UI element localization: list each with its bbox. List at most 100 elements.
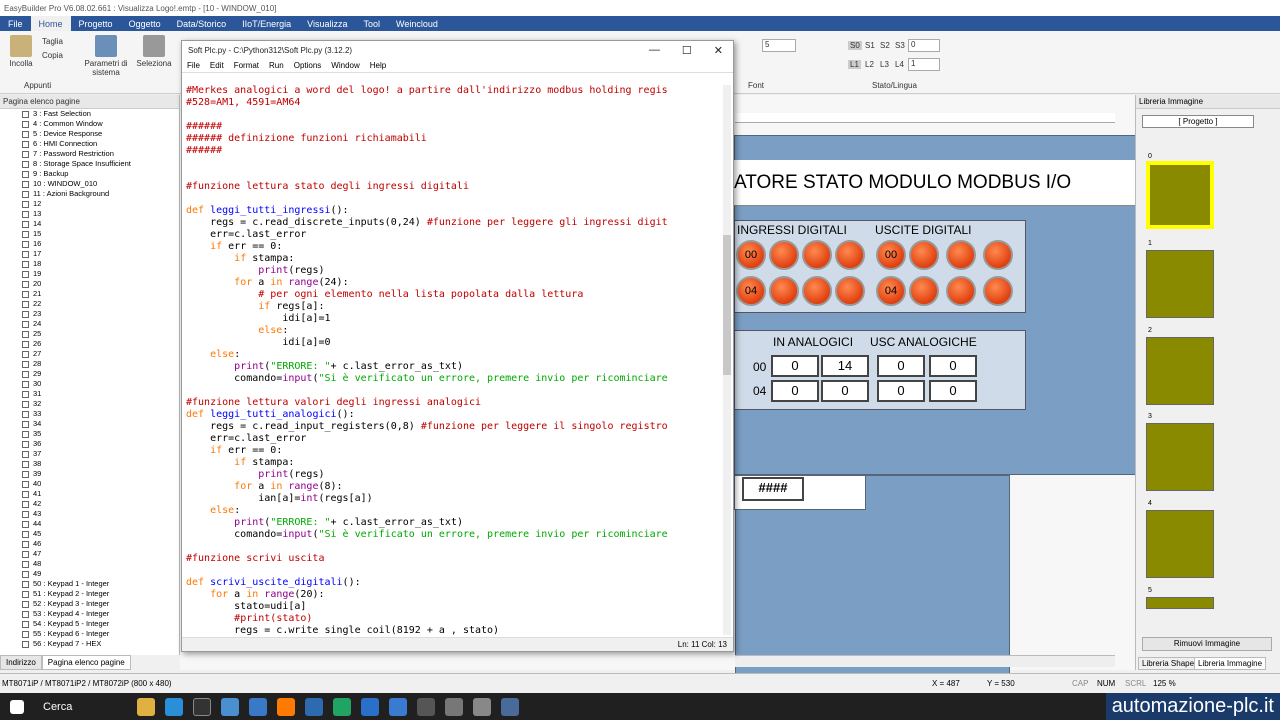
page-list-item[interactable]: 14 — [0, 219, 179, 229]
page-list-item[interactable]: 28 — [0, 359, 179, 369]
page-checkbox[interactable] — [22, 420, 29, 428]
page-checkbox[interactable] — [22, 550, 29, 558]
state-s0[interactable]: S0 — [848, 41, 862, 50]
image-thumb[interactable] — [1146, 510, 1214, 578]
page-list-item[interactable]: 36 — [0, 439, 179, 449]
editor-menu-edit[interactable]: Edit — [205, 59, 229, 72]
page-list-item[interactable]: 32 — [0, 399, 179, 409]
page-list-item[interactable]: 8 : Storage Space Insufficient — [0, 159, 179, 169]
page-list-item[interactable]: 44 — [0, 519, 179, 529]
image-thumb[interactable] — [1146, 250, 1214, 318]
close-icon[interactable]: ✕ — [714, 44, 723, 57]
horizontal-scrollbar[interactable] — [735, 655, 1115, 667]
page-checkbox[interactable] — [22, 140, 29, 148]
page-checkbox[interactable] — [22, 610, 29, 618]
page-checkbox[interactable] — [22, 240, 29, 248]
page-checkbox[interactable] — [22, 490, 29, 498]
page-checkbox[interactable] — [22, 630, 29, 638]
editor-menu-options[interactable]: Options — [289, 59, 327, 72]
analog-value[interactable]: 0 — [877, 355, 925, 377]
page-list-item[interactable]: 49 — [0, 569, 179, 579]
page-checkbox[interactable] — [22, 290, 29, 298]
page-list-item[interactable]: 6 : HMI Connection — [0, 139, 179, 149]
page-checkbox[interactable] — [22, 460, 29, 468]
page-checkbox[interactable] — [22, 500, 29, 508]
page-list-item[interactable]: 25 — [0, 329, 179, 339]
page-list-item[interactable]: 4 : Common Window — [0, 119, 179, 129]
page-checkbox[interactable] — [22, 560, 29, 568]
python-icon[interactable] — [305, 697, 324, 716]
io-led[interactable] — [769, 276, 799, 306]
lang-l4[interactable]: L4 — [895, 60, 904, 69]
tab-libreria-immagine[interactable]: Libreria Immagine — [1194, 657, 1267, 670]
app-icon[interactable] — [221, 697, 240, 716]
page-checkbox[interactable] — [22, 640, 29, 648]
page-checkbox[interactable] — [22, 350, 29, 358]
page-list-item[interactable]: 5 : Device Response — [0, 129, 179, 139]
page-checkbox[interactable] — [22, 450, 29, 458]
page-checkbox[interactable] — [22, 540, 29, 548]
io-led[interactable]: 00 — [876, 240, 906, 270]
page-checkbox[interactable] — [22, 580, 29, 588]
page-list-item[interactable]: 54 : Keypad 5 - Integer — [0, 619, 179, 629]
editor-menu-help[interactable]: Help — [365, 59, 391, 72]
page-list-item[interactable]: 20 — [0, 279, 179, 289]
io-led[interactable] — [835, 240, 865, 270]
page-checkbox[interactable] — [22, 280, 29, 288]
page-list-item[interactable]: 7 : Password Restriction — [0, 149, 179, 159]
image-thumb[interactable] — [1146, 161, 1214, 229]
page-list-item[interactable]: 48 — [0, 559, 179, 569]
page-list-item[interactable]: 53 : Keypad 4 - Integer — [0, 609, 179, 619]
app-icon[interactable] — [501, 697, 520, 716]
system-params-button[interactable]: Parametri di sistema — [82, 35, 130, 77]
editor-menu-window[interactable]: Window — [326, 59, 364, 72]
page-list-item[interactable]: 13 — [0, 209, 179, 219]
page-checkbox[interactable] — [22, 430, 29, 438]
page-list-item[interactable]: 16 — [0, 239, 179, 249]
page-checkbox[interactable] — [22, 210, 29, 218]
io-led[interactable] — [983, 240, 1013, 270]
page-checkbox[interactable] — [22, 620, 29, 628]
page-checkbox[interactable] — [22, 110, 29, 118]
page-checkbox[interactable] — [22, 250, 29, 258]
io-led[interactable]: 04 — [736, 276, 766, 306]
page-list-item[interactable]: 11 : Azioni Background — [0, 189, 179, 199]
app-icon[interactable] — [333, 697, 352, 716]
page-list-item[interactable]: 41 — [0, 489, 179, 499]
page-checkbox[interactable] — [22, 380, 29, 388]
remove-image-button[interactable]: Rimuovi Immagine — [1142, 637, 1272, 651]
page-checkbox[interactable] — [22, 410, 29, 418]
page-list-item[interactable]: 15 — [0, 229, 179, 239]
page-list-item[interactable]: 34 — [0, 419, 179, 429]
page-checkbox[interactable] — [22, 120, 29, 128]
edge-icon[interactable] — [165, 697, 184, 716]
paste-button[interactable]: Incolla — [6, 35, 36, 68]
explorer-icon[interactable] — [137, 697, 156, 716]
page-list-item[interactable]: 18 — [0, 259, 179, 269]
code-text[interactable]: #Merkes analogici a word del logo! a par… — [186, 85, 720, 635]
lang-l1[interactable]: L1 — [848, 60, 861, 69]
tab-pagina-elenco[interactable]: Pagina elenco pagine — [41, 655, 131, 670]
maximize-icon[interactable]: ☐ — [682, 44, 692, 57]
windows-start-icon[interactable] — [10, 699, 24, 714]
image-thumb[interactable] — [1146, 337, 1214, 405]
page-list-item[interactable]: 10 : WINDOW_010 — [0, 179, 179, 189]
tab-indirizzo[interactable]: Indirizzo — [0, 655, 42, 670]
page-list-item[interactable]: 17 — [0, 249, 179, 259]
app-icon[interactable] — [249, 697, 268, 716]
page-checkbox[interactable] — [22, 390, 29, 398]
page-list-item[interactable]: 52 : Keypad 3 - Integer — [0, 599, 179, 609]
page-list-item[interactable]: 24 — [0, 319, 179, 329]
page-list-item[interactable]: 23 — [0, 309, 179, 319]
app-icon[interactable] — [417, 697, 436, 716]
app-icon[interactable] — [389, 697, 408, 716]
page-list-item[interactable]: 19 — [0, 269, 179, 279]
page-checkbox[interactable] — [22, 270, 29, 278]
page-checkbox[interactable] — [22, 130, 29, 138]
font-size-select[interactable]: 5 — [762, 39, 796, 52]
page-list-item[interactable]: 38 — [0, 459, 179, 469]
page-checkbox[interactable] — [22, 510, 29, 518]
menu-iiot[interactable]: IIoT/Energia — [234, 16, 299, 31]
page-checkbox[interactable] — [22, 470, 29, 478]
menu-file[interactable]: File — [0, 16, 31, 31]
